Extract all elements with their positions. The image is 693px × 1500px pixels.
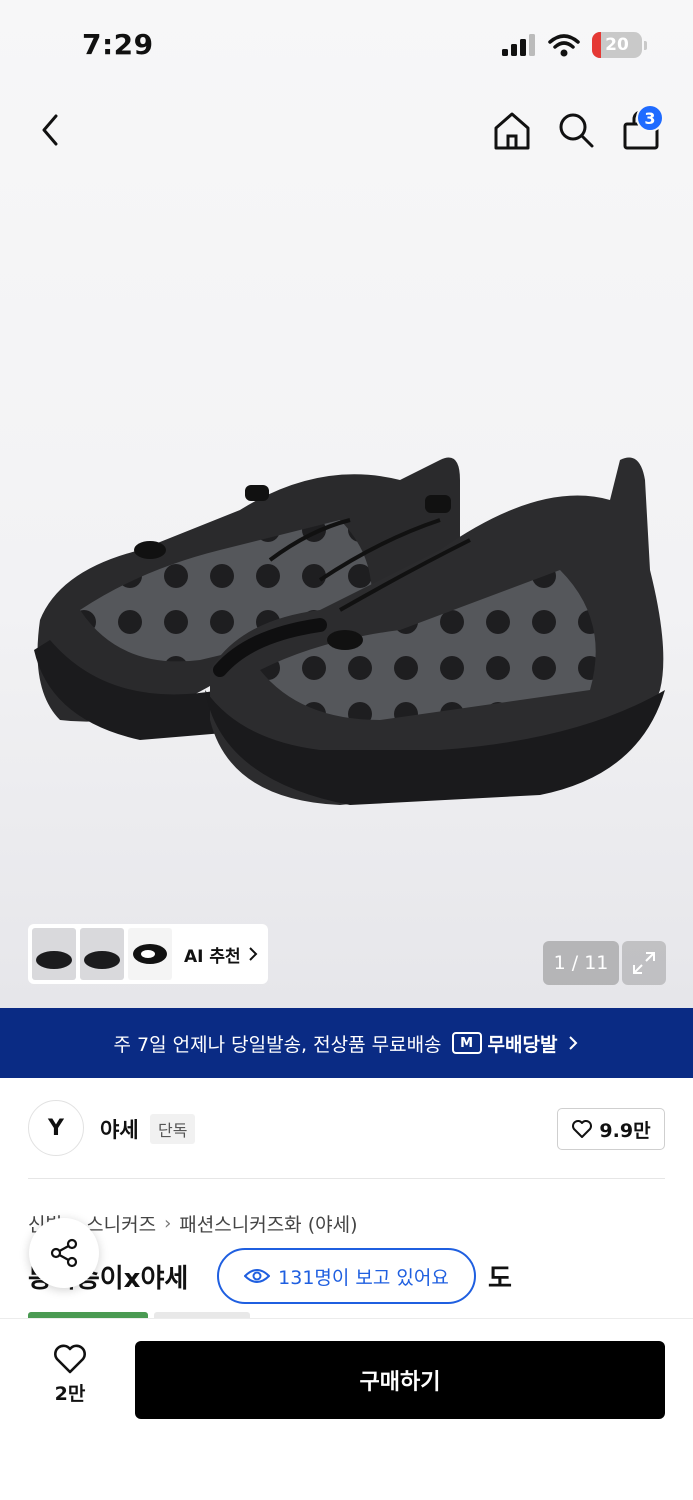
wishlist-count: 2만 xyxy=(54,1383,86,1405)
product-gallery[interactable]: 3 AI 추천 1 / 11 xyxy=(0,0,693,1008)
battery-tip xyxy=(644,40,647,50)
battery-level: 20 xyxy=(605,35,629,55)
product-image xyxy=(34,457,665,805)
signal-icon xyxy=(502,34,535,56)
bottom-action-bar: 2만 구매하기 xyxy=(0,1318,693,1500)
expand-icon xyxy=(633,952,655,974)
eye-icon xyxy=(244,1269,271,1283)
breadcrumb-separator-icon: › xyxy=(164,1213,172,1234)
buy-button[interactable]: 구매하기 xyxy=(135,1341,665,1419)
battery-icon: 20 xyxy=(592,32,642,58)
home-icon[interactable] xyxy=(491,108,533,152)
thumbnail-2[interactable] xyxy=(80,928,124,980)
thumbnail-3[interactable] xyxy=(128,928,172,980)
divider xyxy=(28,1178,665,1179)
free-delivery-badge: M 무배당발 xyxy=(451,1030,558,1057)
brand-like-count: 9.9만 xyxy=(599,1119,651,1142)
wishlist-button[interactable]: 2만 xyxy=(30,1343,110,1419)
cart-count-badge: 3 xyxy=(636,104,664,132)
brand-logo[interactable]: Y xyxy=(28,1100,84,1156)
ai-recommend-link[interactable]: AI 추천 xyxy=(184,942,259,967)
heart-icon xyxy=(572,1120,593,1138)
search-icon[interactable] xyxy=(555,108,597,152)
back-button[interactable] xyxy=(34,110,70,150)
chevron-right-icon xyxy=(569,1036,578,1050)
status-icons: 20 xyxy=(502,32,647,58)
ai-recommend-strip[interactable]: AI 추천 xyxy=(28,924,268,984)
chevron-right-icon xyxy=(248,947,258,961)
wifi-icon xyxy=(548,34,580,57)
status-bar: 7:29 20 xyxy=(0,0,693,92)
heart-icon xyxy=(54,1344,86,1374)
share-button[interactable] xyxy=(29,1218,99,1288)
top-nav xyxy=(0,100,693,160)
breadcrumb-item[interactable]: 스니커즈 xyxy=(86,1210,156,1237)
viewers-count-pill: 131명이 보고 있어요 xyxy=(217,1248,476,1304)
image-page-indicator: 1 / 11 xyxy=(543,941,619,985)
exclusive-tag: 단독 xyxy=(150,1114,196,1144)
delivery-banner-text: 주 7일 언제나 당일발송, 전상품 무료배송 xyxy=(113,1033,442,1056)
ai-recommend-label: AI 추천 xyxy=(184,946,241,967)
thumbnail-1[interactable] xyxy=(32,928,76,980)
viewers-count-text: 131명이 보고 있어요 xyxy=(278,1266,449,1289)
product-title-tail: 도 xyxy=(488,1264,512,1294)
breadcrumb-item[interactable]: 패션스니커즈화 (야세) xyxy=(179,1210,357,1237)
brand-like-button[interactable]: 9.9만 xyxy=(557,1108,665,1150)
share-icon xyxy=(50,1238,78,1268)
free-delivery-label: 무배당발 xyxy=(487,1033,558,1056)
brand-name[interactable]: 야세 xyxy=(100,1114,139,1144)
delivery-truck-icon: M xyxy=(451,1032,482,1054)
status-time: 7:29 xyxy=(82,28,154,61)
expand-button[interactable] xyxy=(622,941,666,985)
brand-row: Y 야세 단독 9.9만 xyxy=(28,1100,665,1158)
delivery-banner[interactable]: 주 7일 언제나 당일발송, 전상품 무료배송 M 무배당발 xyxy=(0,1008,693,1078)
